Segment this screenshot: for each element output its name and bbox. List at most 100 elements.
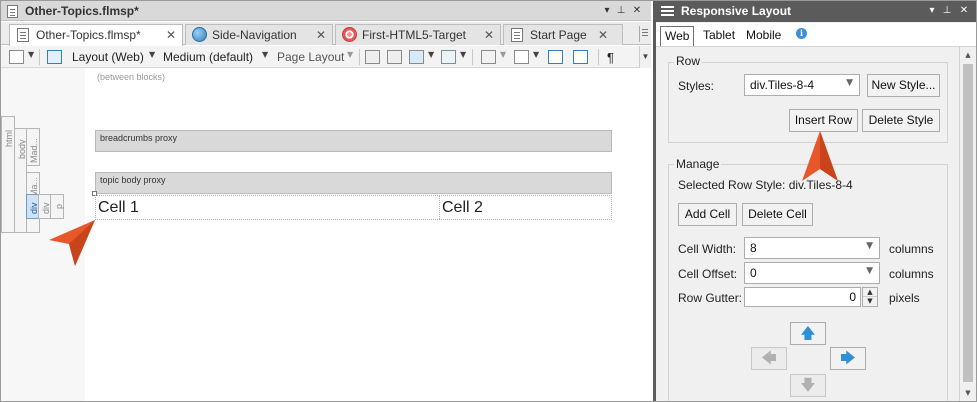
move-up-button[interactable]: 🡅 xyxy=(790,322,826,345)
new-style-button[interactable]: New Style... xyxy=(867,74,940,97)
page-layout-dropdown[interactable]: Page Layout xyxy=(277,50,344,64)
zoom-icon[interactable] xyxy=(9,50,24,64)
tab-side-navigation[interactable]: Side-Navigation ✕ xyxy=(185,24,333,45)
breadcrumbs-proxy[interactable]: breadcrumbs proxy xyxy=(95,130,612,152)
chevron-down-icon[interactable]: ▼ xyxy=(428,50,434,59)
scroll-up-icon[interactable]: ▲ xyxy=(960,47,976,63)
close-icon[interactable]: ✕ xyxy=(484,28,494,42)
document-tabs: Other-Topics.flmsp* ✕ Side-Navigation ✕ … xyxy=(1,22,651,46)
between-blocks-label: (between blocks) xyxy=(97,72,166,82)
tab-mobile[interactable]: Mobile xyxy=(742,26,785,46)
dropdown-arrow-icon[interactable]: ▾ xyxy=(601,4,613,18)
row-gutter-input[interactable]: 0 xyxy=(744,287,861,307)
topic-body-proxy[interactable]: topic body proxy xyxy=(95,172,612,194)
tab-label: Other-Topics.flmsp* xyxy=(36,28,141,42)
toolbar-separator xyxy=(472,49,473,65)
row-gutter-spinner[interactable]: ▲ ▼ xyxy=(862,287,878,307)
proxy-label: topic body proxy xyxy=(100,175,166,185)
image-icon[interactable] xyxy=(409,50,424,64)
scrollbar-thumb[interactable] xyxy=(963,64,973,382)
chevron-down-icon[interactable]: ▼ xyxy=(149,50,155,59)
structure-bar-mad[interactable]: Mad... xyxy=(26,128,40,166)
cell-offset-select[interactable]: 0 ▼ xyxy=(744,262,880,284)
chevron-down-icon[interactable]: ▼ xyxy=(347,50,353,59)
arrow-up-icon: 🡅 xyxy=(800,324,816,342)
tab-label: Start Page xyxy=(530,28,587,42)
columns-unit-label: columns xyxy=(889,242,934,256)
tab-start-page[interactable]: Start Page ✕ xyxy=(503,24,623,45)
chevron-down-icon[interactable]: ▼ xyxy=(500,50,506,59)
show-markers-icon[interactable] xyxy=(548,50,563,64)
chevron-down-icon[interactable]: ▼ xyxy=(863,297,877,306)
structure-bar-label: Mad... xyxy=(29,137,39,163)
delete-style-button[interactable]: Delete Style xyxy=(862,109,940,132)
panel-titlebar: Responsive Layout ▾ ⊥ ✕ xyxy=(656,1,976,22)
move-down-button[interactable]: 🡇 xyxy=(790,374,826,397)
close-icon[interactable]: ✕ xyxy=(166,28,176,42)
chevron-up-icon[interactable]: ▲ xyxy=(863,288,877,297)
menu-icon[interactable] xyxy=(661,6,674,8)
cell-offset-value: 0 xyxy=(750,266,757,280)
tab-first-html5-target[interactable]: First-HTML5-Target ✕ xyxy=(335,24,501,45)
cell-width-value: 8 xyxy=(750,241,757,255)
pin-icon[interactable]: ⊥ xyxy=(941,4,953,18)
callout-pointer-icon xyxy=(802,131,838,181)
row-gutter-label: Row Gutter: xyxy=(678,291,743,305)
cell-2[interactable]: Cell 2 xyxy=(440,196,611,219)
show-blocks-icon[interactable] xyxy=(365,50,380,64)
close-icon[interactable]: ✕ xyxy=(631,4,643,18)
editor-canvas[interactable]: (between blocks) html body Mad... Ma... … xyxy=(1,68,651,401)
chevron-down-icon[interactable]: ▼ xyxy=(262,50,268,59)
chevron-down-icon[interactable]: ▼ xyxy=(460,50,466,59)
styles-select-value: div.Tiles-8-4 xyxy=(750,78,815,92)
tracking-icon[interactable] xyxy=(441,50,456,64)
add-cell-button[interactable]: Add Cell xyxy=(678,203,737,226)
pin-icon[interactable]: ⊥ xyxy=(615,4,627,18)
tab-other-topics[interactable]: Other-Topics.flmsp* ✕ xyxy=(9,24,183,46)
dropdown-arrow-icon[interactable]: ▾ xyxy=(926,4,938,18)
text-format-icon[interactable] xyxy=(514,50,529,64)
page-icon[interactable] xyxy=(481,50,496,64)
chevron-down-icon: ▼ xyxy=(866,266,873,276)
scroll-down-icon[interactable]: ▼ xyxy=(960,385,976,401)
structure-bar-p[interactable]: p xyxy=(50,194,64,219)
close-icon[interactable]: ✕ xyxy=(598,28,608,42)
show-spans-icon[interactable] xyxy=(387,50,402,64)
document-icon xyxy=(7,5,18,18)
cell-1[interactable]: Cell 1 xyxy=(96,196,440,219)
tab-tablet[interactable]: Tablet xyxy=(699,26,739,46)
move-left-button[interactable]: 🡄 xyxy=(751,347,787,370)
structure-bar-html[interactable]: html xyxy=(1,116,15,233)
columns-unit-label: columns xyxy=(889,267,934,281)
delete-cell-button[interactable]: Delete Cell xyxy=(742,203,813,226)
move-right-button[interactable]: 🡆 xyxy=(830,347,866,370)
tab-list-icon[interactable] xyxy=(639,26,649,42)
proxy-label: breadcrumbs proxy xyxy=(100,133,178,143)
panel-scrollbar[interactable]: ▲ ▼ xyxy=(959,47,976,401)
globe-icon xyxy=(192,27,207,42)
pilcrow-icon[interactable]: ¶ xyxy=(607,50,614,65)
toolbar-overflow-icon[interactable]: ▼ xyxy=(639,46,651,68)
pixels-unit-label: pixels xyxy=(889,291,920,305)
cell-offset-label: Cell Offset: xyxy=(678,267,738,281)
cell-width-select[interactable]: 8 ▼ xyxy=(744,237,880,259)
medium-dropdown[interactable]: Medium (default) xyxy=(163,50,253,64)
chevron-down-icon: ▼ xyxy=(846,78,853,88)
responsive-row[interactable]: Cell 1 Cell 2 xyxy=(95,195,612,220)
toolbar-separator xyxy=(39,49,40,65)
layout-dropdown[interactable]: Layout (Web) xyxy=(72,50,144,64)
conditions-icon[interactable] xyxy=(573,50,588,64)
tab-label: Side-Navigation xyxy=(212,28,297,42)
panel-title: Responsive Layout xyxy=(681,4,792,18)
toolbar-separator xyxy=(359,49,360,65)
cell-width-label: Cell Width: xyxy=(678,242,737,256)
chevron-down-icon[interactable]: ▼ xyxy=(28,50,34,59)
close-icon[interactable]: ✕ xyxy=(958,4,970,18)
chevron-down-icon[interactable]: ▼ xyxy=(533,50,539,59)
layout-icon[interactable] xyxy=(47,50,62,64)
tab-web[interactable]: Web xyxy=(660,26,695,46)
styles-select[interactable]: div.Tiles-8-4 ▼ xyxy=(744,74,860,96)
info-icon[interactable]: i xyxy=(796,28,807,39)
document-icon xyxy=(511,28,523,42)
close-icon[interactable]: ✕ xyxy=(316,28,326,42)
